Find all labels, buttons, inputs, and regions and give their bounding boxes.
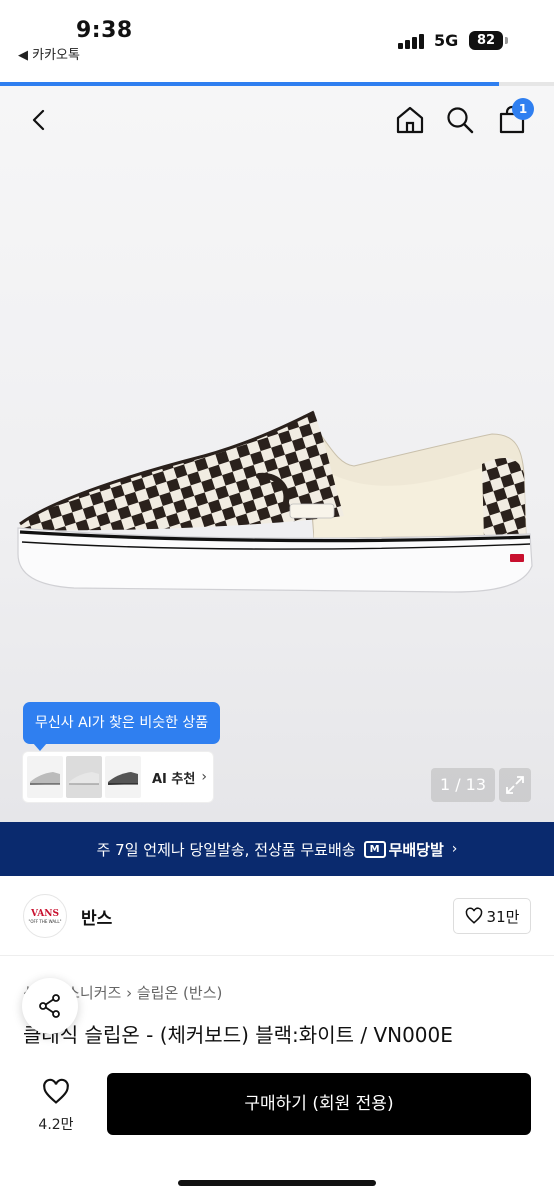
chevron-right-icon: ›: [201, 769, 207, 785]
search-icon: [447, 107, 474, 134]
purchase-bar: 4.2만 구매하기 (회원 전용): [0, 1058, 554, 1200]
product-title: 클래식 슬립온 - (체커보드) 블랙:화이트 / VN000E: [23, 1023, 453, 1047]
brand-like-count: 31만: [486, 907, 520, 926]
image-pager: 1 / 13: [431, 768, 495, 802]
brand-row: VANS "OFF THE WALL" 반스 31만: [0, 876, 554, 956]
brand-like-button[interactable]: 31만: [453, 898, 531, 934]
wishlist-count: 4.2만: [38, 1117, 74, 1133]
heart-icon: [43, 1078, 69, 1104]
brand-logo-subtext: "OFF THE WALL": [28, 918, 62, 924]
chevron-right-icon: ›: [451, 841, 458, 857]
similar-product-thumb[interactable]: [66, 756, 102, 798]
product-image: [17, 410, 533, 593]
signal-icon: [398, 33, 424, 49]
product-detail-screen: 9:38 ◀ 카카오톡 5G 82 1 무신사 AI가 찾은 비슷한 상품 AI…: [0, 0, 554, 1200]
status-bar: 9:38 ◀ 카카오톡 5G 82: [0, 0, 554, 80]
battery-icon: 82: [469, 31, 503, 50]
brand-logo[interactable]: VANS "OFF THE WALL": [23, 894, 67, 938]
expand-icon: [506, 776, 524, 794]
share-icon: [39, 994, 60, 1018]
home-indicator[interactable]: [178, 1180, 376, 1186]
free-delivery-banner[interactable]: 주 7일 언제나 당일발송, 전상품 무료배송 M 무배당발 ›: [0, 822, 554, 876]
ai-recommend-strip[interactable]: AI 추천 ›: [23, 752, 213, 802]
similar-product-thumb[interactable]: [105, 756, 141, 798]
banner-text: 주 7일 언제나 당일발송, 전상품 무료배송: [96, 840, 356, 859]
ai-similar-tooltip: 무신사 AI가 찾은 비슷한 상품: [23, 702, 221, 751]
cart-button[interactable]: 1: [492, 98, 534, 140]
buy-button[interactable]: 구매하기 (회원 전용): [107, 1073, 531, 1135]
back-to-app-link[interactable]: ◀ 카카오톡: [18, 44, 80, 63]
share-button[interactable]: [22, 978, 78, 1034]
search-button[interactable]: [440, 100, 480, 140]
product-image-gallery[interactable]: 1 무신사 AI가 찾은 비슷한 상품 AI 추천 › 1 / 13: [0, 86, 554, 822]
delivery-logo-icon: M: [363, 840, 386, 858]
battery-tip: [505, 37, 508, 44]
delivery-brand: 무배당발: [388, 840, 444, 859]
cart-count-badge: 1: [512, 98, 534, 120]
home-button[interactable]: [390, 100, 430, 140]
expand-image-button[interactable]: [499, 768, 531, 802]
status-time: 9:38: [76, 18, 133, 43]
network-type: 5G: [434, 31, 459, 50]
delivery-logo: M 무배당발: [363, 839, 444, 860]
back-button[interactable]: [20, 100, 60, 140]
heart-icon: [465, 907, 482, 924]
chevron-left-icon: [32, 109, 45, 131]
similar-product-thumb[interactable]: [27, 756, 63, 798]
brand-name[interactable]: 반스: [81, 904, 112, 929]
ai-recommend-label[interactable]: AI 추천: [152, 768, 195, 787]
wishlist-button[interactable]: 4.2만: [28, 1078, 84, 1134]
home-icon: [396, 106, 424, 134]
brand-logo-text: VANS: [31, 908, 59, 919]
